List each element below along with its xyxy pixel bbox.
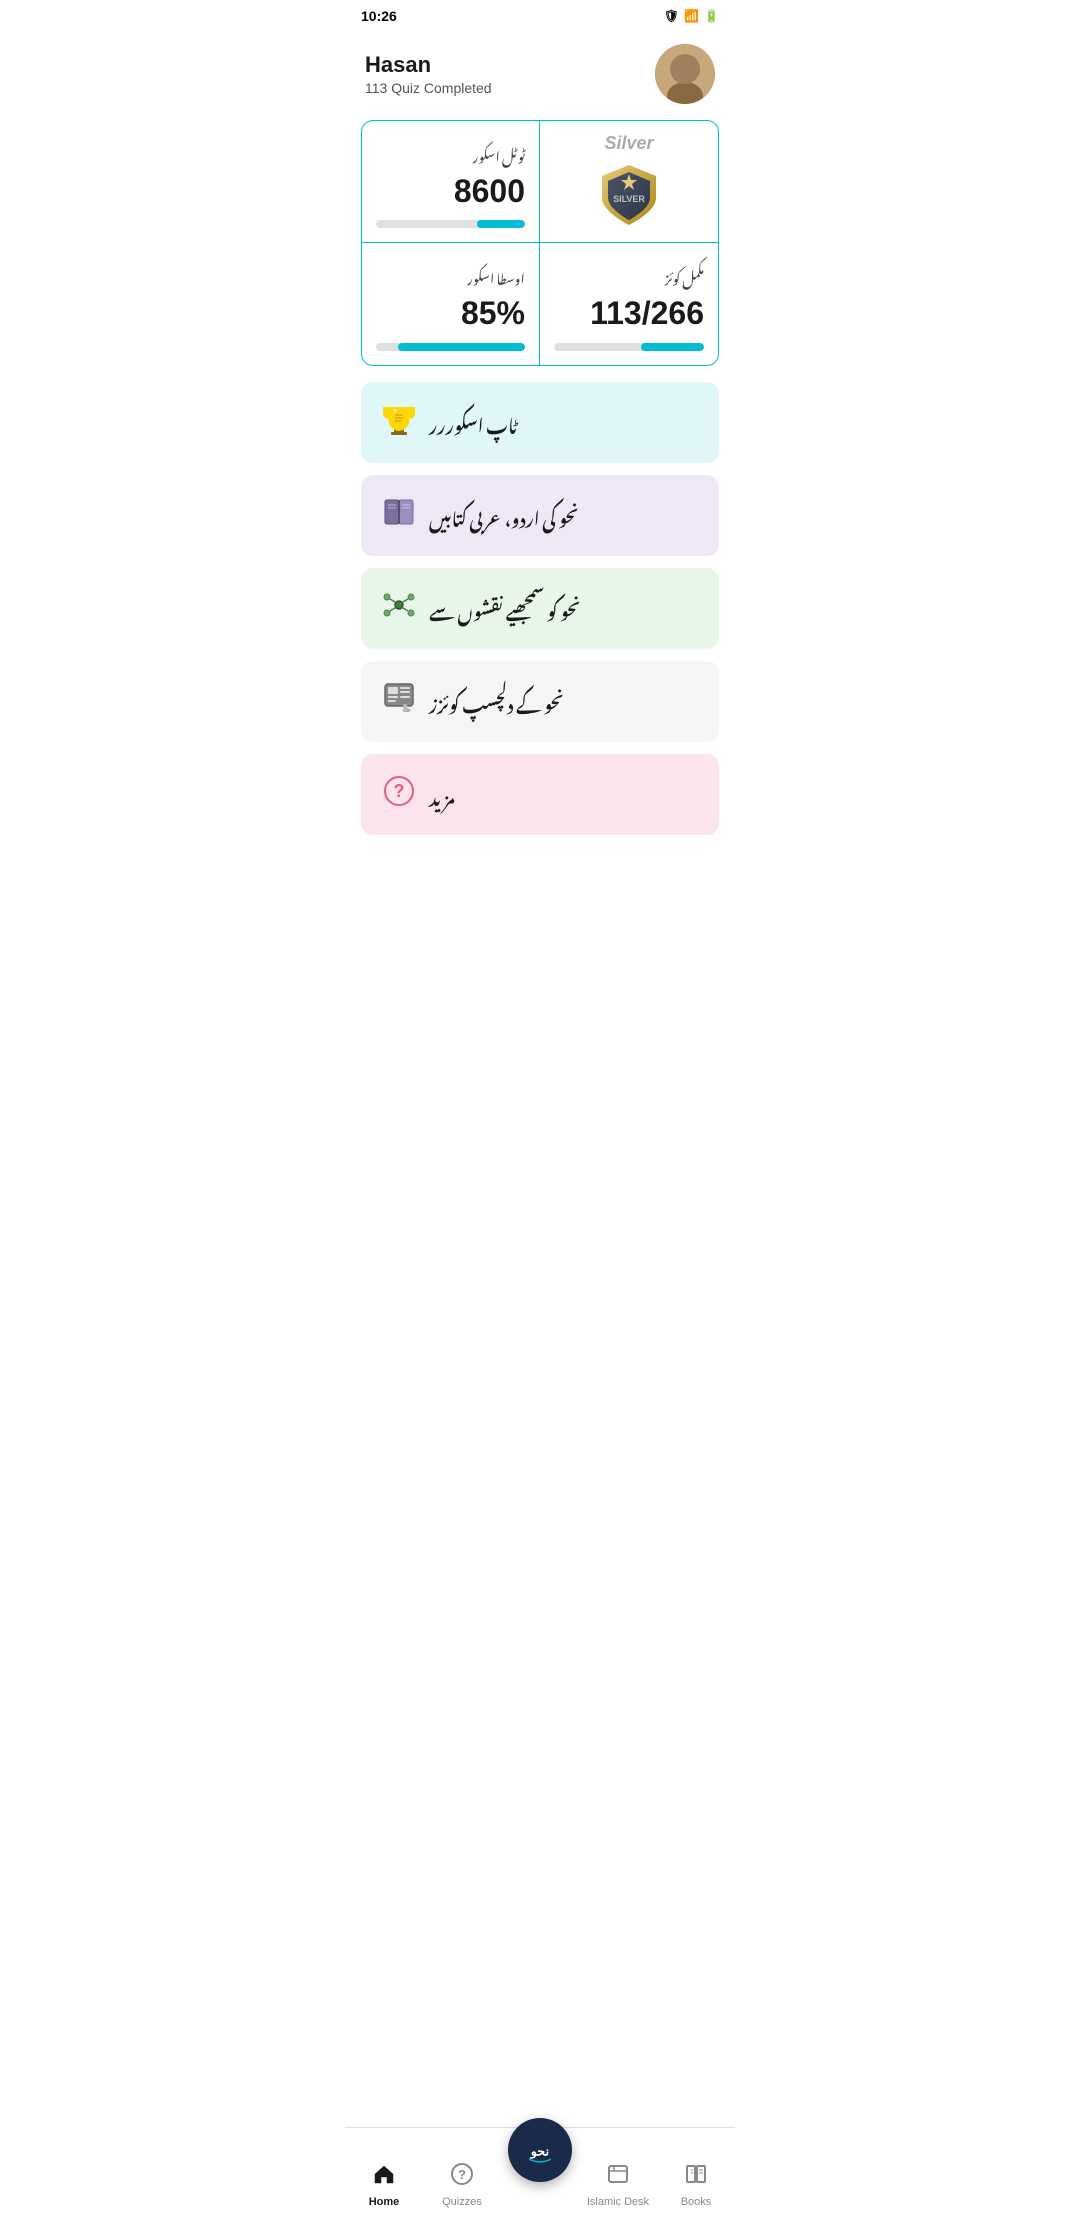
diagrams-text: نحو کو سمجھیے نقشوں سے — [429, 586, 580, 631]
badge-label: Silver — [604, 133, 653, 154]
books-nav-icon — [684, 2162, 708, 2192]
status-bar: 10:26 🛡 📶 🔋 — [345, 0, 735, 32]
nav-quizzes[interactable]: ? Quizzes — [423, 2162, 501, 2208]
completed-quiz-label: مکمل کوئز — [554, 259, 704, 294]
menu-section: ٹاپ اسکوررر نحو کی اردو، عربی کتابیں — [345, 382, 735, 835]
avg-score-bar — [376, 343, 525, 351]
avatar-svg — [655, 44, 715, 104]
books-text: نحو کی اردو، عربی کتابیں — [429, 493, 579, 538]
nav-home[interactable]: Home — [345, 2162, 423, 2208]
avg-score-value: 85% — [376, 294, 525, 332]
avatar — [655, 44, 715, 104]
diagram-icon — [381, 587, 417, 630]
badge-cell: Silver — [540, 121, 718, 243]
header: Hasan 113 Quiz Completed — [345, 32, 735, 120]
svg-text:?: ? — [394, 781, 405, 801]
interesting-quizzes-text: نحو کے دلچسپ کوئزز — [429, 679, 564, 724]
completed-quiz-cell: مکمل کوئز 113/266 — [540, 243, 718, 364]
books-card[interactable]: نحو کی اردو، عربی کتابیں — [361, 475, 719, 556]
quiz-icon — [381, 680, 417, 723]
avg-score-fill — [398, 343, 525, 351]
header-text: Hasan 113 Quiz Completed — [365, 52, 492, 96]
wifi-icon: 📶 — [684, 9, 699, 23]
completed-quiz-bar — [554, 343, 704, 351]
status-time: 10:26 — [361, 8, 397, 24]
silver-badge: SILVER — [594, 160, 664, 230]
completed-quiz-value: 113/266 — [554, 294, 704, 332]
home-icon — [372, 2162, 396, 2192]
more-card[interactable]: مزید ? — [361, 754, 719, 835]
status-icons: 🛡 📶 🔋 — [664, 9, 719, 23]
nav-center[interactable]: نحو — [501, 2118, 579, 2190]
more-text: مزید — [429, 772, 455, 817]
total-score-bar — [376, 220, 525, 228]
avg-score-cell: اوسطا اسکور 85% — [362, 243, 540, 364]
quiz-count: 113 Quiz Completed — [365, 80, 492, 96]
total-score-cell: ٹوٹل اسکور 8600 — [362, 121, 540, 243]
total-score-value: 8600 — [376, 172, 525, 210]
quizzes-icon: ? — [450, 2162, 474, 2192]
stats-grid: ٹوٹل اسکور 8600 Silver — [361, 120, 719, 366]
battery-icon: 🔋 — [704, 9, 719, 23]
islamic-desk-icon — [606, 2162, 630, 2192]
nav-islamic-desk[interactable]: Islamic Desk — [579, 2162, 657, 2208]
username: Hasan — [365, 52, 492, 78]
center-button[interactable]: نحو — [508, 2118, 572, 2182]
avg-score-label: اوسطا اسکور — [376, 259, 525, 294]
more-icon: ? — [381, 773, 417, 816]
total-score-fill — [477, 220, 525, 228]
total-score-label: ٹوٹل اسکور — [376, 137, 525, 172]
top-scorers-card[interactable]: ٹاپ اسکوررر — [361, 382, 719, 463]
top-scorers-text: ٹاپ اسکوررر — [429, 400, 517, 445]
completed-quiz-fill — [641, 343, 704, 351]
bottom-nav: Home ? Quizzes نحو — [345, 2127, 735, 2220]
book-icon — [381, 494, 417, 537]
quizzes-label: Quizzes — [442, 2196, 482, 2208]
islamic-desk-label: Islamic Desk — [587, 2196, 649, 2208]
badge-svg: SILVER — [594, 160, 664, 230]
svg-text:SILVER: SILVER — [613, 194, 645, 204]
svg-text:نحو: نحو — [530, 2143, 549, 2159]
avatar-image — [655, 44, 715, 104]
interesting-quizzes-card[interactable]: نحو کے دلچسپ کوئزز — [361, 661, 719, 742]
nav-books[interactable]: Books — [657, 2162, 735, 2208]
center-logo: نحو — [520, 2130, 560, 2170]
diagrams-card[interactable]: نحو کو سمجھیے نقشوں سے — [361, 568, 719, 649]
trophy-icon — [381, 401, 417, 444]
svg-text:?: ? — [458, 2167, 466, 2182]
shield-icon: 🛡 — [664, 9, 679, 23]
home-label: Home — [369, 2196, 400, 2208]
books-nav-label: Books — [681, 2196, 712, 2208]
